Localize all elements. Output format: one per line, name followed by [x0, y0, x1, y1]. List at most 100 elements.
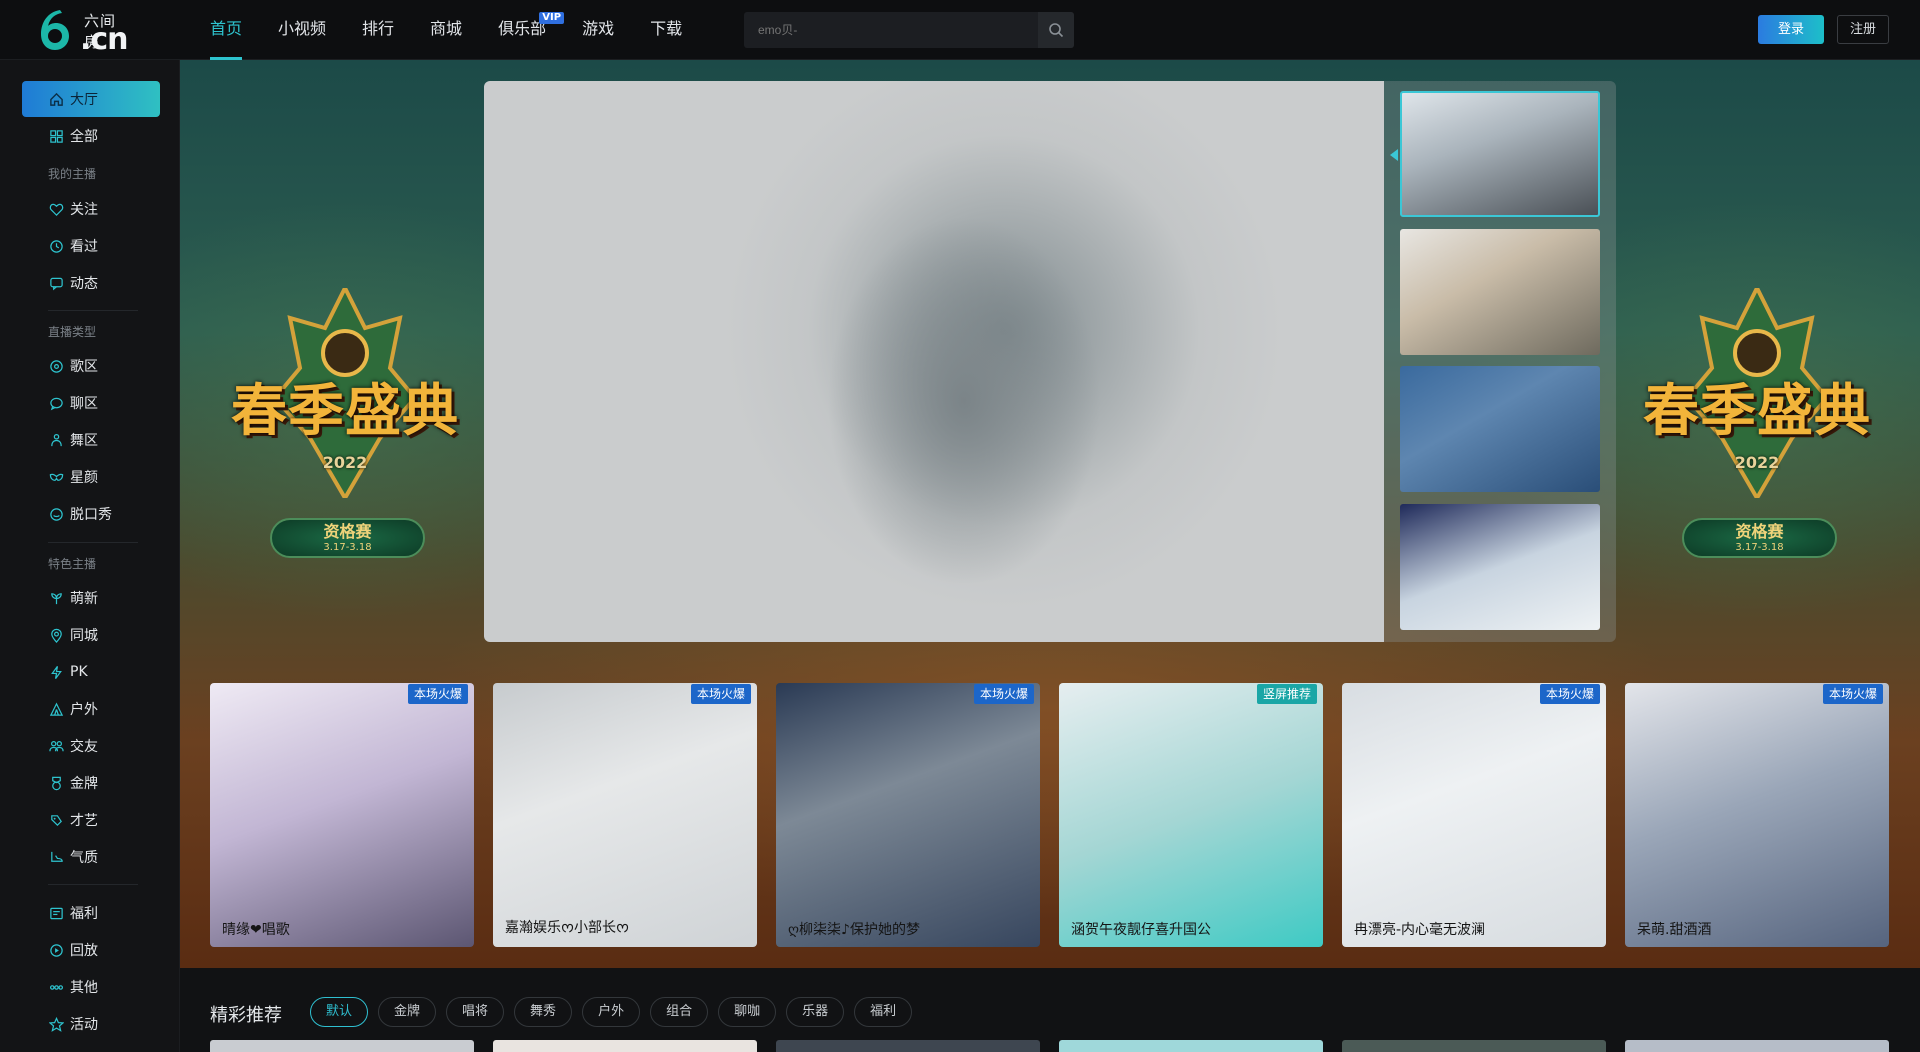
- sidebar-divider: [48, 884, 138, 885]
- grid-icon: [48, 128, 64, 144]
- filter-singer[interactable]: 唱将: [446, 997, 505, 1027]
- site-logo[interactable]: 六间房 .cn: [38, 8, 129, 57]
- sidebar-item-replay[interactable]: 回放: [48, 940, 98, 960]
- sidebar-group-title: 特色主播: [48, 557, 97, 571]
- search-button[interactable]: [1038, 12, 1074, 48]
- hot-badge: 本场火爆: [1539, 684, 1600, 704]
- nav-club[interactable]: 俱乐部 VIP: [498, 0, 565, 60]
- event-emblem-right[interactable]: 春季盛典 2022 资格赛 3.17-3.18: [1622, 288, 1892, 558]
- recommend-card[interactable]: [776, 1040, 1040, 1052]
- sidebar-item-beauty[interactable]: 星颜: [48, 467, 98, 487]
- replay-icon: [48, 942, 64, 958]
- sidebar-item-feed[interactable]: 动态: [48, 273, 98, 293]
- event-emblem-left[interactable]: 春季盛典 2022 资格赛 3.17-3.18: [210, 288, 480, 558]
- sidebar-item-events[interactable]: 活动: [48, 1014, 98, 1034]
- mask-icon: [48, 469, 64, 485]
- tent-icon: [48, 701, 64, 717]
- sidebar-item-local[interactable]: 同城: [48, 625, 98, 645]
- event-stage-pill: 资格赛 3.17-3.18: [270, 518, 425, 558]
- recommend-card[interactable]: [1342, 1040, 1606, 1052]
- anchor-card[interactable]: 本场火爆 ღ柳柒柒♪保护她的梦: [776, 683, 1040, 947]
- sidebar-item-all[interactable]: 全部: [48, 126, 98, 146]
- sidebar-item-elegant[interactable]: 气质: [48, 847, 98, 867]
- vertical-recommend-badge: 竖屏推荐: [1256, 684, 1317, 704]
- sidebar-item-talent[interactable]: 才艺: [48, 810, 98, 830]
- filter-gold[interactable]: 金牌: [378, 997, 437, 1027]
- sidebar-item-dating[interactable]: 交友: [48, 736, 98, 756]
- sidebar-item-hall[interactable]: 大厅: [48, 89, 98, 109]
- talk-icon: [48, 506, 64, 522]
- live-video-player[interactable]: [484, 81, 1384, 642]
- nav-download[interactable]: 下载: [650, 0, 700, 60]
- anchor-card[interactable]: 本场火爆 嘉瀚娱乐ᰔ小部长ᰔ: [493, 683, 757, 947]
- music-icon: [48, 358, 64, 374]
- event-stage: 资格赛: [1735, 522, 1784, 541]
- sidebar-item-gold[interactable]: 金牌: [48, 773, 98, 793]
- sidebar-item-song[interactable]: 歌区: [48, 356, 98, 376]
- sidebar: 大厅 全部 我的主播 关注 看过 动态 直播类型 歌区 聊区 舞区 星颜 脱口秀…: [0, 60, 180, 1052]
- event-title: 春季盛典: [1643, 379, 1871, 444]
- filter-instrument[interactable]: 乐器: [786, 997, 845, 1027]
- message-icon: [48, 275, 64, 291]
- featured-thumb[interactable]: [1400, 91, 1600, 217]
- sidebar-item-dance[interactable]: 舞区: [48, 430, 98, 450]
- featured-thumb[interactable]: [1400, 366, 1600, 492]
- filter-chat[interactable]: 聊咖: [718, 997, 777, 1027]
- dance-icon: [48, 432, 64, 448]
- filter-welfare[interactable]: 福利: [854, 997, 913, 1027]
- event-dates: 3.17-3.18: [323, 542, 372, 553]
- filter-dance[interactable]: 舞秀: [514, 997, 573, 1027]
- location-icon: [48, 627, 64, 643]
- sidebar-item-label: 其他: [70, 980, 98, 996]
- logo-domain: .cn: [80, 22, 129, 57]
- gift-icon: [48, 905, 64, 921]
- event-dates: 3.17-3.18: [1735, 542, 1784, 553]
- sidebar-item-label: 萌新: [70, 591, 98, 607]
- anchor-card[interactable]: 本场火爆 呆萌.甜酒酒: [1625, 683, 1889, 947]
- recommend-card[interactable]: [210, 1040, 474, 1052]
- sidebar-item-follow[interactable]: 关注: [48, 199, 98, 219]
- sidebar-item-welfare[interactable]: 福利: [48, 903, 98, 923]
- nav-ranking[interactable]: 排行: [362, 0, 412, 60]
- sidebar-item-chat[interactable]: 聊区: [48, 393, 98, 413]
- main-nav: 首页 小视频 排行 商城 俱乐部 VIP 游戏 下载: [210, 0, 718, 60]
- recommend-card[interactable]: [493, 1040, 757, 1052]
- filter-group[interactable]: 组合: [650, 997, 709, 1027]
- sidebar-item-newbie[interactable]: 萌新: [48, 588, 98, 608]
- top-bar: 六间房 .cn 首页 小视频 排行 商城 俱乐部VIP 游戏 下载 登录 注册: [0, 0, 1920, 60]
- nav-games[interactable]: 游戏: [582, 0, 632, 60]
- login-button[interactable]: 登录: [1758, 15, 1824, 44]
- sidebar-item-other[interactable]: 其他: [48, 977, 98, 997]
- medal-icon: [48, 775, 64, 791]
- anchor-card[interactable]: 竖屏推荐 涵贺午夜靓仔喜升国公: [1059, 683, 1323, 947]
- recommend-card[interactable]: [1625, 1040, 1889, 1052]
- nav-mall[interactable]: 商城: [430, 0, 480, 60]
- recommend-section: 精彩推荐 默认 金牌 唱将 舞秀 户外 组合 聊咖 乐器 福利: [180, 968, 1920, 1052]
- logo-six-icon: [41, 10, 69, 50]
- anchor-name: 呆萌.甜酒酒: [1637, 922, 1712, 938]
- sprout-icon: [48, 590, 64, 606]
- sidebar-item-watched[interactable]: 看过: [48, 236, 98, 256]
- heart-icon: [48, 201, 64, 217]
- sidebar-item-talkshow[interactable]: 脱口秀: [48, 504, 112, 524]
- anchor-name: 晴缘❤唱歌: [222, 922, 290, 938]
- sidebar-group-title: 我的主播: [48, 167, 97, 181]
- anchor-card[interactable]: 本场火爆 晴缘❤唱歌: [210, 683, 474, 947]
- hot-badge: 本场火爆: [690, 684, 751, 704]
- filter-outdoor[interactable]: 户外: [582, 997, 641, 1027]
- sidebar-divider: [48, 542, 138, 543]
- event-title: 春季盛典: [231, 379, 459, 444]
- nav-home[interactable]: 首页: [210, 0, 260, 60]
- featured-thumb[interactable]: [1400, 504, 1600, 630]
- featured-thumb[interactable]: [1400, 229, 1600, 355]
- anchor-card[interactable]: 本场火爆 冉漂亮-内心毫无波澜: [1342, 683, 1606, 947]
- recommend-card[interactable]: [1059, 1040, 1323, 1052]
- sidebar-item-outdoor[interactable]: 户外: [48, 699, 98, 719]
- register-button[interactable]: 注册: [1837, 15, 1889, 44]
- sidebar-item-label: PK: [70, 664, 88, 680]
- active-thumb-indicator: [1390, 149, 1398, 161]
- filter-default[interactable]: 默认: [310, 997, 369, 1027]
- search-input[interactable]: [744, 12, 1038, 48]
- sidebar-item-pk[interactable]: PK: [48, 662, 88, 682]
- nav-short-video[interactable]: 小视频: [278, 0, 344, 60]
